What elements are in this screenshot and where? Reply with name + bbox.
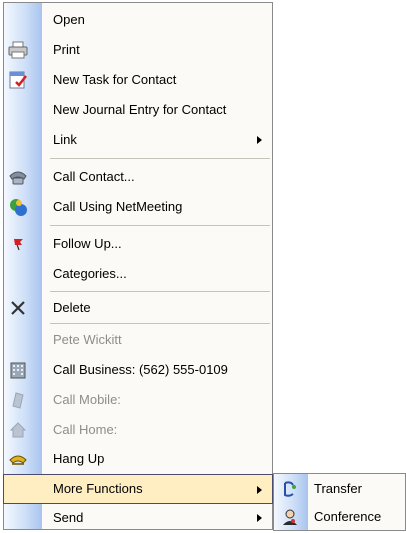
menu-item-link[interactable]: Link xyxy=(4,125,272,155)
menu-item-label: Send xyxy=(53,510,84,525)
menu-separator xyxy=(50,291,270,292)
menu-item-label: More Functions xyxy=(53,481,143,496)
menu-item-delete[interactable]: Delete xyxy=(4,293,272,323)
building-icon xyxy=(8,360,28,380)
menu-item-label: Open xyxy=(53,12,85,27)
menu-item-label: New Journal Entry for Contact xyxy=(53,102,227,117)
menu-item-label: Call Home: xyxy=(53,422,118,437)
menu-separator xyxy=(50,158,270,159)
hang-up-icon xyxy=(8,449,28,469)
menu-item-label: Call Using NetMeeting xyxy=(53,199,183,214)
menu-item-label: Link xyxy=(53,132,77,147)
task-icon xyxy=(8,70,28,90)
menu-item-new-journal-entry[interactable]: New Journal Entry for Contact xyxy=(4,95,272,125)
menu-item-label: Call Business: (562) 555-0109 xyxy=(53,362,228,377)
context-menu: Open Print New Task for Contact New Jour… xyxy=(3,2,273,530)
menu-item-new-task-for-contact[interactable]: New Task for Contact xyxy=(4,65,272,95)
menu-item-label: Hang Up xyxy=(53,451,105,466)
menu-item-label: Print xyxy=(53,42,80,57)
submenu-arrow-icon xyxy=(257,136,262,144)
home-icon xyxy=(8,420,28,440)
menu-item-label: Follow Up... xyxy=(53,236,122,251)
menu-separator xyxy=(50,225,270,226)
delete-icon xyxy=(8,298,28,318)
more-functions-submenu: Transfer Conference xyxy=(273,473,406,531)
menu-item-follow-up[interactable]: Follow Up... xyxy=(4,229,272,259)
submenu-item-conference[interactable]: Conference xyxy=(274,502,405,532)
submenu-arrow-icon xyxy=(257,486,262,494)
menu-item-call-mobile: Call Mobile: xyxy=(4,385,272,415)
menu-item-print[interactable]: Print xyxy=(4,35,272,65)
menu-item-send[interactable]: Send xyxy=(4,503,272,533)
menu-item-label: Pete Wickitt xyxy=(53,332,122,347)
menu-item-label: Delete xyxy=(53,300,91,315)
menu-item-categories[interactable]: Categories... xyxy=(4,259,272,289)
menu-item-label: New Task for Contact xyxy=(53,72,177,87)
menu-item-label: Call Mobile: xyxy=(53,392,121,407)
menu-item-label: Categories... xyxy=(53,266,127,281)
submenu-arrow-icon xyxy=(257,514,262,522)
menu-item-contact-name: Pete Wickitt xyxy=(4,325,272,355)
mobile-icon xyxy=(8,390,28,410)
flag-icon xyxy=(8,234,28,254)
menu-item-call-using-netmeeting[interactable]: Call Using NetMeeting xyxy=(4,192,272,222)
menu-separator xyxy=(50,323,270,324)
phone-icon xyxy=(8,167,28,187)
submenu-item-transfer[interactable]: Transfer xyxy=(274,474,405,504)
menu-item-call-home: Call Home: xyxy=(4,415,272,445)
printer-icon xyxy=(8,40,28,60)
menu-item-label: Conference xyxy=(314,509,382,524)
menu-item-label: Call Contact... xyxy=(53,169,135,184)
menu-item-hang-up[interactable]: Hang Up xyxy=(4,444,272,474)
transfer-icon xyxy=(280,479,300,499)
menu-item-open[interactable]: Open xyxy=(4,5,272,35)
menu-item-call-business[interactable]: Call Business: (562) 555-0109 xyxy=(4,355,272,385)
menu-item-label: Transfer xyxy=(314,481,362,496)
menu-item-more-functions[interactable]: More Functions xyxy=(3,474,273,504)
menu-item-call-contact[interactable]: Call Contact... xyxy=(4,162,272,192)
netmeeting-icon xyxy=(8,197,28,217)
conference-icon xyxy=(280,507,300,527)
